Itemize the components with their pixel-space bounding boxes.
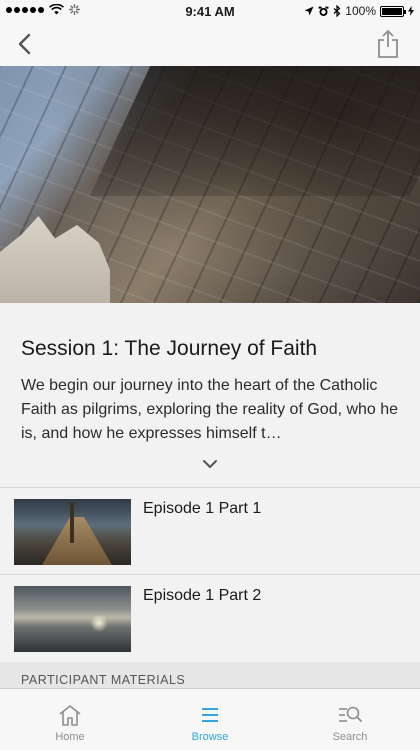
back-button[interactable] xyxy=(8,28,40,60)
bluetooth-icon xyxy=(333,5,341,17)
chevron-left-icon xyxy=(18,33,31,55)
status-indicators: 100% xyxy=(304,4,414,18)
expand-description-button[interactable] xyxy=(198,455,222,473)
tab-bar: Home Browse Search xyxy=(0,688,420,750)
menu-icon xyxy=(202,708,218,722)
episode-row[interactable]: Episode 1 Part 1 xyxy=(0,488,420,574)
tab-home-label: Home xyxy=(55,731,85,743)
session-title: Session 1: The Journey of Faith xyxy=(21,337,318,360)
location-icon xyxy=(304,6,314,16)
tab-browse-label: Browse xyxy=(191,731,229,743)
tab-home[interactable]: Home xyxy=(0,689,140,750)
tab-search[interactable]: Search xyxy=(280,689,420,750)
chevron-down-icon xyxy=(203,460,217,468)
session-hero-image[interactable] xyxy=(0,66,420,303)
alarm-icon xyxy=(318,6,329,16)
tab-browse[interactable]: Browse xyxy=(140,689,280,750)
episode-thumbnail xyxy=(14,499,131,565)
session-description: We begin our journey into the heart of t… xyxy=(21,377,399,442)
status-bar: 9:41 AM 100% xyxy=(0,0,420,22)
home-icon xyxy=(59,705,81,726)
charging-icon xyxy=(408,6,414,16)
navigation-bar xyxy=(0,22,420,66)
section-header: PARTICIPANT MATERIALS xyxy=(0,662,420,688)
share-button[interactable] xyxy=(372,26,404,62)
search-icon xyxy=(339,706,362,722)
episode-title: Episode 1 Part 1 xyxy=(143,500,262,517)
episode-row[interactable]: Episode 1 Part 2 xyxy=(0,575,420,661)
section-header-label: PARTICIPANT MATERIALS xyxy=(21,673,186,687)
episode-thumbnail xyxy=(14,586,131,652)
share-icon xyxy=(378,29,398,58)
battery-percentage: 100% xyxy=(345,4,376,18)
episode-title: Episode 1 Part 2 xyxy=(143,587,262,604)
battery-icon xyxy=(380,5,406,17)
tab-search-label: Search xyxy=(332,731,368,743)
